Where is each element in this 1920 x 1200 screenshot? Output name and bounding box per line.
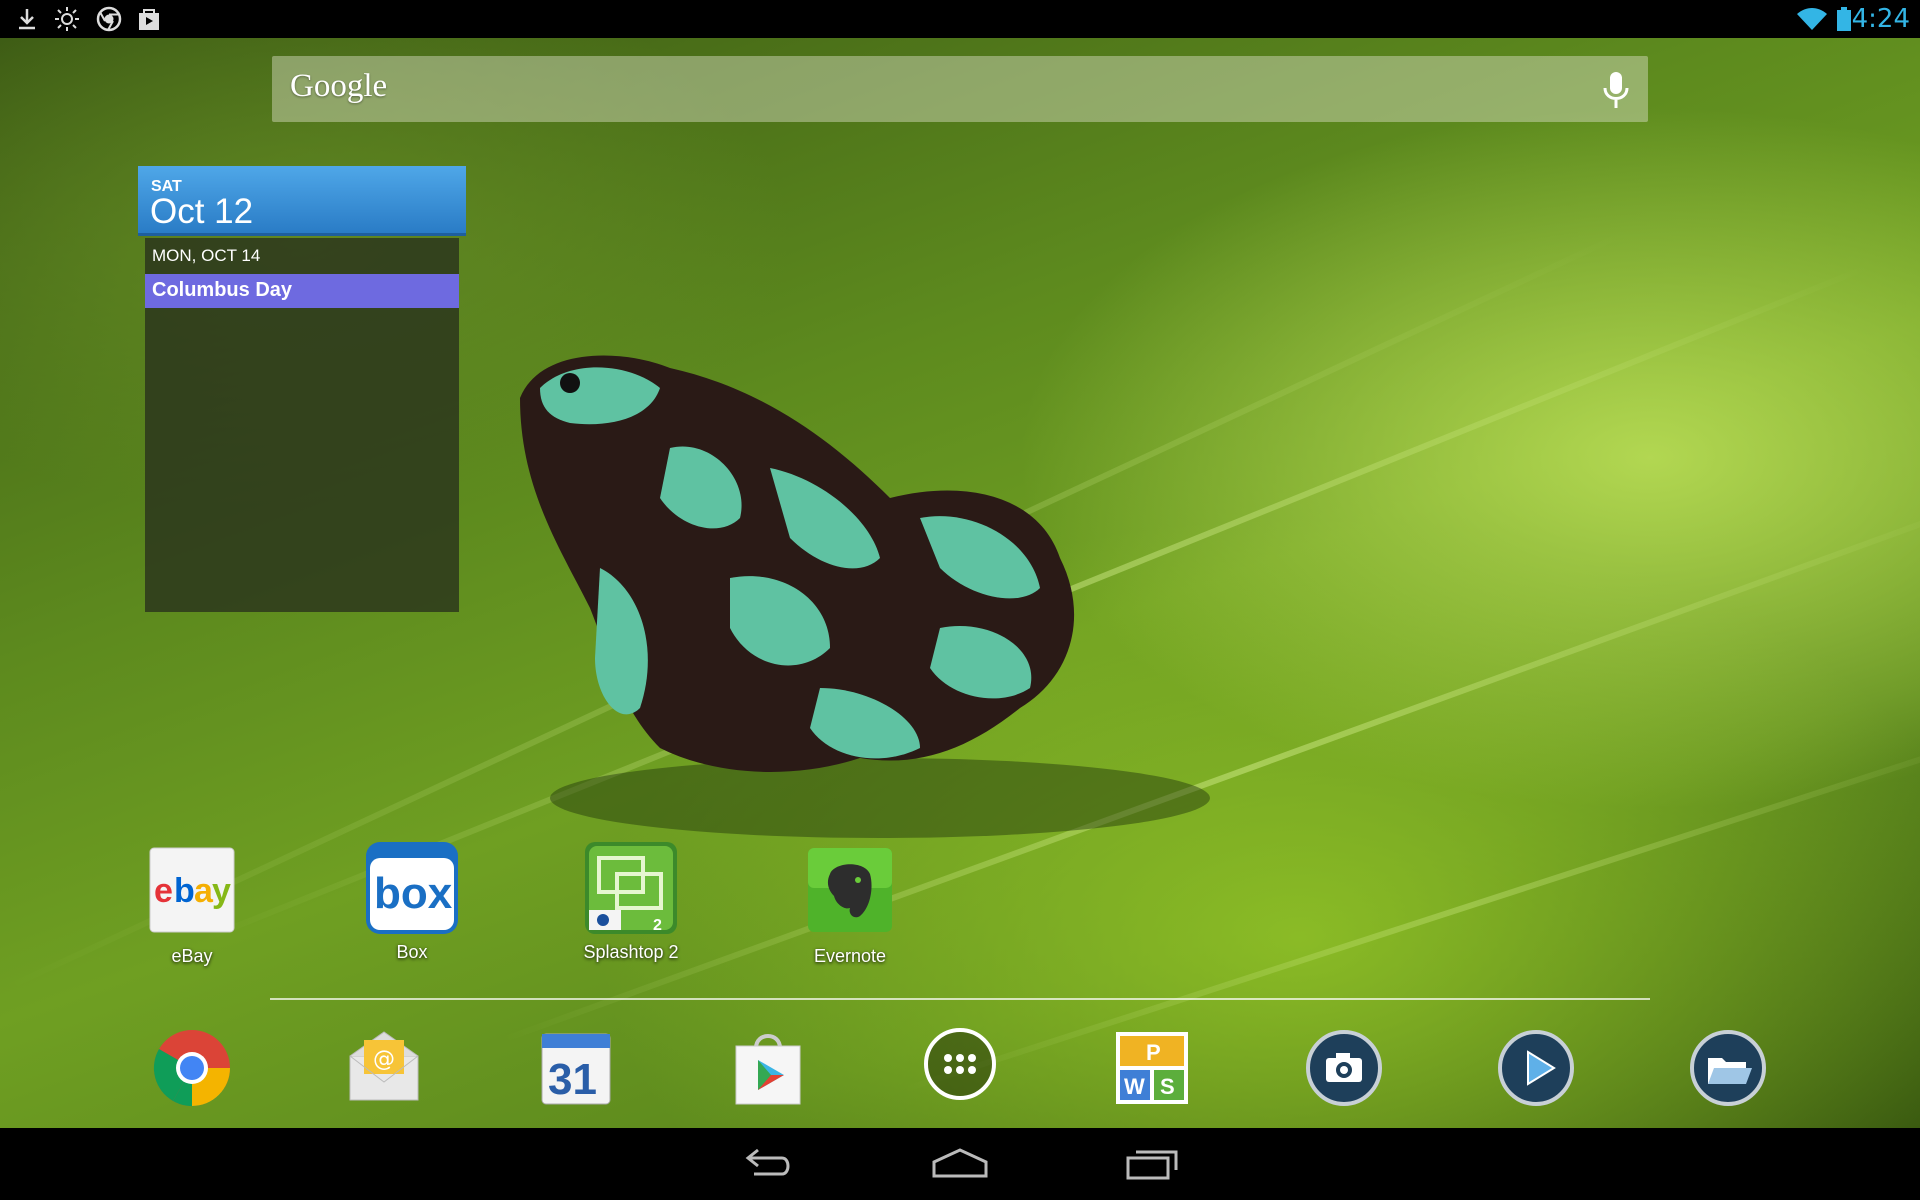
svg-text:box: box: [374, 869, 453, 918]
status-bar: 4:24: [0, 0, 1920, 38]
recent-apps-icon[interactable]: [1122, 1142, 1182, 1186]
play-store-bag-icon: [139, 9, 159, 30]
home-icon[interactable]: [930, 1142, 990, 1186]
app-shortcut-evernote[interactable]: Evernote: [760, 844, 940, 967]
dock-media-player[interactable]: [1494, 1026, 1578, 1110]
office-letter-p: P: [1146, 1040, 1161, 1065]
box-icon: box: [364, 840, 460, 936]
dock-chrome[interactable]: [150, 1026, 234, 1110]
play-store-icon: [735, 1034, 801, 1105]
chrome-icon: [96, 6, 122, 32]
svg-text:e: e: [154, 872, 173, 910]
dock-file-manager[interactable]: [1686, 1026, 1770, 1110]
calendar-agenda[interactable]: MON, OCT 14 Columbus Day: [145, 238, 459, 612]
app-shortcut-splashtop[interactable]: 2 Splashtop 2: [541, 840, 721, 963]
brightness-icon: [55, 7, 79, 31]
svg-text:y: y: [212, 872, 231, 910]
ebay-icon: e b a y: [146, 844, 238, 936]
office-suite-icon: P W S: [1116, 1032, 1188, 1104]
calendar-widget-header[interactable]: SAT Oct 12: [138, 166, 466, 236]
svg-text:2: 2: [653, 917, 662, 934]
search-label: Google: [290, 68, 388, 104]
svg-text:b: b: [174, 872, 195, 910]
dock-divider: [270, 998, 1650, 1000]
svg-text:@: @: [373, 1047, 395, 1072]
evernote-icon: [804, 844, 896, 936]
back-icon[interactable]: [738, 1142, 798, 1186]
agenda-date: MON, OCT 14: [152, 246, 261, 265]
agenda-event[interactable]: Columbus Day: [145, 274, 459, 308]
status-clock: 4:24: [1851, 4, 1910, 34]
dock-play-store[interactable]: [726, 1026, 810, 1110]
svg-text:a: a: [194, 872, 214, 910]
microphone-icon[interactable]: [1602, 70, 1630, 110]
office-letter-w: W: [1124, 1074, 1145, 1099]
app-shortcut-ebay[interactable]: e b a y eBay: [102, 844, 282, 967]
frog-wallpaper-image: [520, 355, 1210, 838]
app-label: eBay: [171, 946, 213, 966]
download-icon: [19, 9, 35, 30]
media-player-icon: [1498, 1030, 1574, 1106]
app-label: Box: [396, 942, 428, 962]
dock-app-drawer[interactable]: [918, 1026, 1002, 1110]
office-letter-s: S: [1160, 1074, 1175, 1099]
calendar-icon: 31: [541, 1033, 611, 1105]
chrome-icon: [153, 1030, 230, 1107]
splashtop-icon: 2: [583, 840, 679, 936]
app-shortcut-box[interactable]: box Box: [322, 840, 502, 963]
app-label: Evernote: [813, 946, 887, 966]
email-icon: @: [349, 1031, 419, 1101]
camera-icon: [1306, 1030, 1382, 1106]
battery-icon: [1837, 7, 1851, 31]
file-manager-icon: [1690, 1030, 1766, 1106]
wifi-icon: [1797, 8, 1827, 30]
google-search-bar[interactable]: Google: [272, 56, 1648, 122]
app-drawer-icon: [924, 1028, 996, 1100]
dock-office-suite[interactable]: P W S: [1110, 1026, 1194, 1110]
dock-camera[interactable]: [1302, 1026, 1386, 1110]
calendar-date: Oct 12: [150, 192, 254, 231]
dock-calendar[interactable]: 31: [534, 1026, 618, 1110]
calendar-widget[interactable]: SAT Oct 12 MON, OCT 14 Columbus Day: [138, 166, 466, 612]
app-label: Splashtop 2: [583, 942, 679, 962]
dock-email[interactable]: @: [342, 1026, 426, 1110]
navigation-bar: [0, 1128, 1920, 1200]
calendar-icon-number: 31: [548, 1055, 597, 1104]
